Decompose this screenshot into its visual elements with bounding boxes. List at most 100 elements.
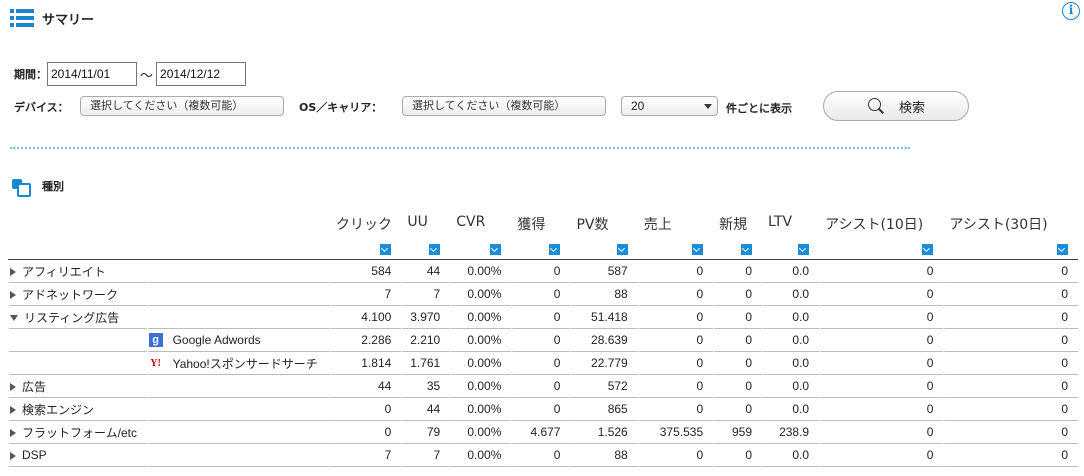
row-label: リスティング広告 — [24, 310, 120, 325]
row-name[interactable]: アフィリエイト — [8, 260, 147, 283]
sort-icon[interactable] — [490, 243, 502, 255]
sort-icon[interactable] — [1057, 243, 1068, 255]
sort-icon[interactable] — [429, 243, 441, 255]
table-body: アフィリエイト 584 44 0.00% 0 587 0 0 0.0 0 0 アドネットワーク 7 7 0.… — [8, 260, 1078, 467]
sort-icon[interactable] — [692, 243, 704, 255]
table-cell: 1.814 — [330, 352, 402, 375]
expanded-triangle-icon[interactable] — [10, 315, 18, 322]
row-name[interactable]: リスティング広告 — [8, 306, 147, 329]
col-header: アシスト(10日) — [825, 217, 924, 233]
col-header: PV数 — [576, 217, 609, 233]
row-label: Yahoo!スポンサードサーチ — [172, 356, 318, 371]
table-cell: 0 — [819, 375, 944, 398]
table-cell: 0 — [713, 260, 763, 283]
table-cell: 0.0 — [762, 260, 820, 283]
yahoo-icon: Y! — [150, 358, 161, 370]
list-icon — [10, 9, 34, 27]
sort-row — [8, 238, 1078, 260]
table-cell: 0.0 — [762, 306, 820, 329]
table-cell: 0.0 — [762, 283, 820, 306]
table-cell: 1.761 — [401, 352, 451, 375]
table-cell: 0.00% — [450, 444, 512, 467]
table-row[interactable]: リスティング広告 4.100 3.970 0.00% 0 51.418 0 0 0.0 0 0 — [8, 306, 1078, 329]
filter-row: デバイス： 選択してください（複数可能） OS／キャリア： 選択してください（複… — [14, 91, 1084, 121]
date-to-input[interactable] — [156, 62, 247, 86]
col-header: クリック — [336, 217, 392, 233]
col-header: LTV — [768, 214, 793, 230]
collapsed-triangle-icon[interactable] — [10, 291, 16, 300]
table-cell: 28.639 — [570, 329, 638, 352]
sort-icon[interactable] — [549, 243, 561, 255]
table-cell: 88 — [570, 444, 638, 467]
table-cell: 0.00% — [450, 375, 512, 398]
table-row[interactable]: アフィリエイト 584 44 0.00% 0 587 0 0 0.0 0 0 — [8, 260, 1078, 283]
per-page-suffix: 件ごとに表示 — [726, 102, 792, 115]
table-row[interactable]: 検索エンジン 0 44 0.00% 0 865 0 0 0.0 0 0 — [8, 398, 1078, 421]
row-label: フラットフォーム/etc — [22, 425, 137, 440]
info-icon[interactable]: i — [1062, 2, 1080, 20]
collapsed-triangle-icon[interactable] — [10, 383, 16, 392]
sort-icon[interactable] — [616, 243, 628, 255]
os-carrier-select[interactable]: 選択してください（複数可能） — [402, 96, 606, 116]
table-cell: 0 — [943, 260, 1078, 283]
sort-icon[interactable] — [380, 243, 392, 255]
table-cell: 0 — [943, 444, 1078, 467]
table-cell: 0 — [330, 421, 402, 444]
table-cell: 7 — [330, 444, 402, 467]
table-cell: 35 — [401, 375, 451, 398]
sort-icon[interactable] — [922, 243, 934, 255]
collapsed-triangle-icon[interactable] — [10, 451, 16, 460]
row-name[interactable]: 広告 — [8, 375, 147, 398]
table-cell: 0 — [511, 283, 571, 306]
table-cell: 584 — [330, 260, 402, 283]
table-cell: 572 — [570, 375, 638, 398]
collapsed-triangle-icon[interactable] — [10, 268, 16, 277]
table-cell: 0.0 — [762, 352, 820, 375]
per-page-select[interactable]: 20 — [621, 96, 718, 116]
device-select[interactable]: 選択してください（複数可能） — [80, 96, 284, 116]
col-header: アシスト(30日) — [949, 217, 1048, 233]
table-cell: 0 — [637, 375, 714, 398]
table-cell: 0.00% — [450, 260, 512, 283]
table-cell: 0.0 — [762, 329, 820, 352]
row-label: アフィリエイト — [22, 264, 106, 279]
table-cell: 0 — [637, 398, 714, 421]
table-row[interactable]: 広告 44 35 0.00% 0 572 0 0 0.0 0 0 — [8, 375, 1078, 398]
table-row[interactable]: アドネットワーク 7 7 0.00% 0 88 0 0 0.0 0 0 — [8, 283, 1078, 306]
date-from-input[interactable] — [47, 62, 137, 86]
table-cell: 0 — [819, 352, 944, 375]
table-cell: 0 — [637, 306, 714, 329]
sort-icon[interactable] — [741, 243, 753, 255]
table-row: Y! Yahoo!スポンサードサーチ 1.814 1.761 0.00% 0 22.779 0… — [8, 352, 1078, 375]
collapsed-triangle-icon[interactable] — [10, 406, 16, 415]
period-row: 期間： ～ — [14, 62, 247, 86]
search-button[interactable]: 検索 — [823, 91, 969, 121]
row-name[interactable]: フラットフォーム/etc — [8, 421, 147, 444]
table-cell: 44 — [401, 398, 451, 421]
row-name[interactable]: 検索エンジン — [8, 398, 147, 421]
table-cell: 0 — [713, 398, 763, 421]
page-title: サマリー — [42, 12, 95, 28]
row-name: g Google Adwords — [146, 329, 330, 352]
table-cell: 0.00% — [450, 352, 512, 375]
table-cell: 865 — [570, 398, 638, 421]
table-row[interactable]: フラットフォーム/etc 0 79 0.00% 4.677 1.526 375.535 959… — [8, 421, 1078, 444]
col-header: UU — [407, 214, 428, 230]
table-cell: 0.00% — [450, 329, 512, 352]
collapsed-triangle-icon[interactable] — [10, 429, 16, 438]
table-cell: 587 — [570, 260, 638, 283]
device-label: デバイス： — [14, 101, 69, 114]
table-cell: 0 — [713, 444, 763, 467]
table-row[interactable]: DSP 7 7 0.00% 0 88 0 0 0.0 0 0 — [8, 444, 1078, 467]
row-label: DSP — [22, 448, 47, 462]
row-label: アドネットワーク — [22, 287, 119, 302]
row-name[interactable]: DSP — [8, 444, 147, 467]
sort-icon[interactable] — [798, 243, 810, 255]
page-header: サマリー — [10, 8, 94, 28]
table-cell: 0.00% — [450, 398, 512, 421]
row-name[interactable]: アドネットワーク — [8, 283, 147, 306]
row-label: 検索エンジン — [22, 402, 95, 417]
table-cell: 7 — [401, 283, 451, 306]
table-cell: 0 — [713, 283, 763, 306]
table-cell: 0 — [511, 398, 571, 421]
